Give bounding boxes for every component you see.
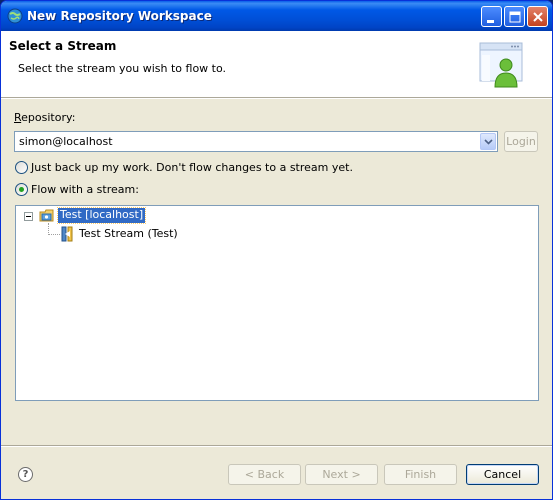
repository-icon <box>39 209 54 222</box>
header-separator <box>1 98 552 99</box>
dialog-window: New Repository Workspace Select a Stream… <box>0 0 553 500</box>
finish-button[interactable]: Finish <box>384 464 457 485</box>
window-title: New Repository Workspace <box>27 9 212 23</box>
chevron-down-icon <box>484 139 493 145</box>
button-bar-separator <box>1 445 552 447</box>
back-button[interactable]: < Back <box>228 464 301 485</box>
flow-with-stream-radio-label[interactable]: Flow with a stream: <box>31 183 139 196</box>
minimize-button[interactable] <box>481 6 502 27</box>
wizard-header: Select a Stream Select the stream you wi… <box>1 31 552 98</box>
minimize-icon <box>487 20 494 23</box>
repository-combo-dropdown-button[interactable] <box>480 133 496 150</box>
tree-connector-horizontal <box>48 234 60 235</box>
backup-only-radio[interactable] <box>15 161 28 174</box>
workspace-wizard-graphic-icon <box>479 42 523 88</box>
close-icon <box>533 12 543 22</box>
login-button[interactable]: Login <box>504 131 538 152</box>
close-button[interactable] <box>527 6 548 27</box>
radio-selected-dot <box>19 187 24 192</box>
backup-only-radio-label[interactable]: Just back up my work. Don't flow changes… <box>31 161 353 174</box>
tree-item-repository[interactable]: Test [localhost] <box>56 207 147 224</box>
repository-combo-value: simon@localhost <box>19 135 113 148</box>
help-icon[interactable]: ? <box>18 467 33 482</box>
page-description: Select the stream you wish to flow to. <box>18 62 227 75</box>
repository-label-text: epository: <box>21 111 76 124</box>
next-button[interactable]: Next > <box>305 464 378 485</box>
maximize-icon <box>509 11 521 23</box>
repository-combo[interactable]: simon@localhost <box>14 131 498 152</box>
title-bar[interactable]: New Repository Workspace <box>1 1 552 31</box>
cancel-button[interactable]: Cancel <box>466 464 539 485</box>
app-globe-icon <box>7 8 23 24</box>
maximize-button[interactable] <box>504 6 525 27</box>
page-title: Select a Stream <box>9 39 117 53</box>
flow-with-stream-radio[interactable] <box>15 183 28 196</box>
collapse-toggle-icon[interactable] <box>24 212 33 221</box>
repository-label: Repository: <box>14 111 76 124</box>
stream-tree[interactable]: Test [localhost] Test Stream (Test) <box>15 205 539 401</box>
stream-icon <box>61 226 73 242</box>
tree-item-stream[interactable]: Test Stream (Test) <box>79 226 178 241</box>
